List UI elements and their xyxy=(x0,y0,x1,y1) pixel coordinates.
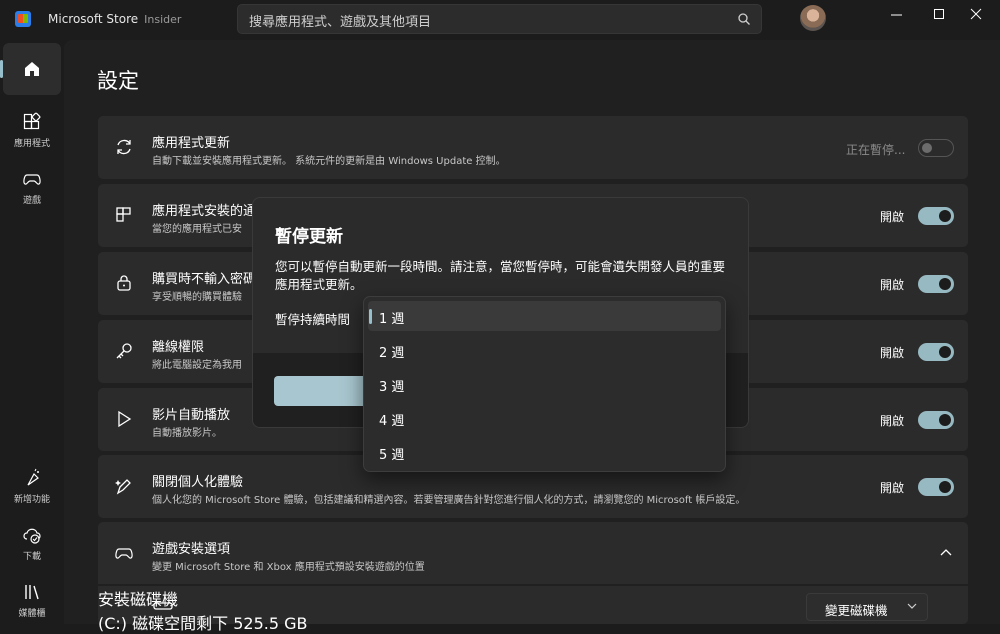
search-icon[interactable] xyxy=(737,12,751,26)
chevron-down-icon xyxy=(907,603,917,609)
refresh-icon xyxy=(117,139,131,155)
apps-icon xyxy=(23,112,41,130)
setting-desc: 自動下載並安裝應用程式更新。 系統元件的更新是由 Windows Update … xyxy=(152,156,506,167)
setting-title: 離線權限 xyxy=(152,340,205,355)
whats-new-icon xyxy=(27,468,39,486)
duration-option-label: 4 週 xyxy=(379,414,405,429)
purchase-password-toggle[interactable] xyxy=(918,275,954,293)
sidebar-item-library[interactable]: 媒體櫃 xyxy=(3,572,61,624)
toggle-knob xyxy=(939,481,951,493)
install-notifications-toggle[interactable] xyxy=(918,207,954,225)
sidebar-item-apps[interactable]: 應用程式 xyxy=(3,102,61,154)
gamepad-icon xyxy=(115,548,133,559)
pause-duration-dropdown[interactable]: 1 週 2 週 3 週 4 週 5 週 xyxy=(363,296,726,472)
setting-state: 正在暫停... xyxy=(846,143,906,157)
search-input[interactable]: 搜尋應用程式、遊戲及其他項目 xyxy=(237,4,762,34)
close-button[interactable] xyxy=(962,4,992,26)
key-icon xyxy=(116,343,132,359)
download-icon xyxy=(23,528,41,544)
page-title: 設定 xyxy=(97,69,139,93)
setting-title: 應用程式安裝的通 xyxy=(152,204,257,219)
sidebar-item-label: 遊戲 xyxy=(22,196,41,206)
sidebar-item-whats-new[interactable]: 新增功能 xyxy=(3,458,61,510)
library-icon xyxy=(25,585,39,600)
minimize-button[interactable] xyxy=(882,4,912,26)
sidebar-item-label: 下載 xyxy=(22,552,41,562)
title-bar: Microsoft Store Insider 搜尋應用程式、遊戲及其他項目 xyxy=(0,0,1000,40)
selected-indicator xyxy=(369,309,372,324)
duration-option[interactable]: 1 週 xyxy=(368,301,721,331)
setting-title: 應用程式更新 xyxy=(152,136,231,151)
sparkle-pen-icon xyxy=(115,479,131,495)
active-indicator xyxy=(0,60,3,78)
play-icon xyxy=(118,410,132,428)
close-icon xyxy=(970,8,982,20)
setting-title: 關閉個人化體驗 xyxy=(152,475,244,490)
setting-title: 影片自動播放 xyxy=(152,408,231,423)
sidebar-item-label: 新增功能 xyxy=(13,495,50,505)
app-title: Microsoft Store Insider xyxy=(48,12,181,26)
sidebar-item-label: 應用程式 xyxy=(13,139,50,149)
install-icon xyxy=(116,207,131,222)
setting-state: 開啟 xyxy=(880,414,905,428)
offline-permissions-toggle[interactable] xyxy=(918,343,954,361)
change-drive-label: 變更磁碟機 xyxy=(825,603,888,618)
avatar[interactable] xyxy=(800,5,826,31)
setting-state: 開啟 xyxy=(880,278,905,292)
setting-desc: 將此電腦設定為我用 xyxy=(152,360,242,371)
app-updates-toggle[interactable] xyxy=(918,139,954,157)
dialog-title: 暫停更新 xyxy=(275,227,343,247)
duration-option-label: 5 週 xyxy=(379,448,405,463)
maximize-icon xyxy=(934,9,944,19)
toggle-knob xyxy=(939,414,951,426)
duration-option-label: 2 週 xyxy=(379,346,405,361)
setting-title: 購買時不輸入密碼 xyxy=(152,272,257,287)
toggle-knob xyxy=(939,346,951,358)
duration-option-label: 1 週 xyxy=(379,312,405,327)
maximize-button[interactable] xyxy=(925,4,955,26)
store-logo-icon xyxy=(15,11,31,27)
duration-option[interactable]: 5 週 xyxy=(368,437,721,467)
duration-option[interactable]: 3 週 xyxy=(368,369,721,399)
dialog-body: 您可以暫停自動更新一段時間。請注意，當您暫停時，可能會遺失開發人員的重要應用程式… xyxy=(275,259,726,292)
setting-state: 開啟 xyxy=(880,210,905,224)
app-name: Microsoft Store xyxy=(48,12,139,26)
sidebar-item-home[interactable] xyxy=(0,43,61,95)
setting-app-updates: 應用程式更新 自動下載並安裝應用程式更新。 系統元件的更新是由 Windows … xyxy=(98,116,968,179)
chevron-up-icon[interactable] xyxy=(940,548,952,558)
setting-desc: 自動播放影片。 xyxy=(152,428,222,439)
sidebar-item-downloads[interactable]: 下載 xyxy=(3,515,61,567)
setting-state: 開啟 xyxy=(880,346,905,360)
toggle-knob xyxy=(939,210,951,222)
duration-option[interactable]: 4 週 xyxy=(368,403,721,433)
sidebar-item-games[interactable]: 遊戲 xyxy=(3,159,61,211)
sidebar-item-label: 媒體櫃 xyxy=(18,609,46,619)
lock-icon xyxy=(117,275,131,291)
setting-desc: 個人化您的 Microsoft Store 體驗，包括建議和精選內容。若要管理廣… xyxy=(152,495,746,506)
change-drive-button[interactable]: 變更磁碟機 xyxy=(806,593,928,621)
toggle-knob xyxy=(939,278,951,290)
setting-game-install[interactable]: 遊戲安裝選項 變更 Microsoft Store 和 Xbox 應用程式預設安… xyxy=(98,522,968,584)
gamepad-icon xyxy=(23,174,41,185)
minimize-icon xyxy=(891,14,902,16)
drive-icon xyxy=(153,602,173,610)
setting-state: 開啟 xyxy=(880,481,905,495)
setting-title: 遊戲安裝選項 xyxy=(152,542,231,557)
video-autoplay-toggle[interactable] xyxy=(918,411,954,429)
sidebar: 應用程式 遊戲 新增功能 下載 媒體櫃 xyxy=(0,40,64,624)
search-placeholder: 搜尋應用程式、遊戲及其他項目 xyxy=(249,15,432,30)
pause-confirm-button[interactable] xyxy=(274,376,369,406)
duration-option-label: 3 週 xyxy=(379,380,405,395)
setting-desc: 變更 Microsoft Store 和 Xbox 應用程式預設安裝遊戲的位置 xyxy=(152,562,425,573)
setting-desc: 當您的應用程式已安 xyxy=(152,224,242,235)
duration-option[interactable]: 2 週 xyxy=(368,335,721,365)
setting-desc: 享受順暢的購買體驗 xyxy=(152,292,242,303)
personalization-toggle[interactable] xyxy=(918,478,954,496)
channel-label: Insider xyxy=(144,13,182,26)
home-icon xyxy=(25,62,39,76)
pause-duration-label: 暫停持續時間 xyxy=(275,312,351,327)
toggle-knob xyxy=(922,143,932,153)
